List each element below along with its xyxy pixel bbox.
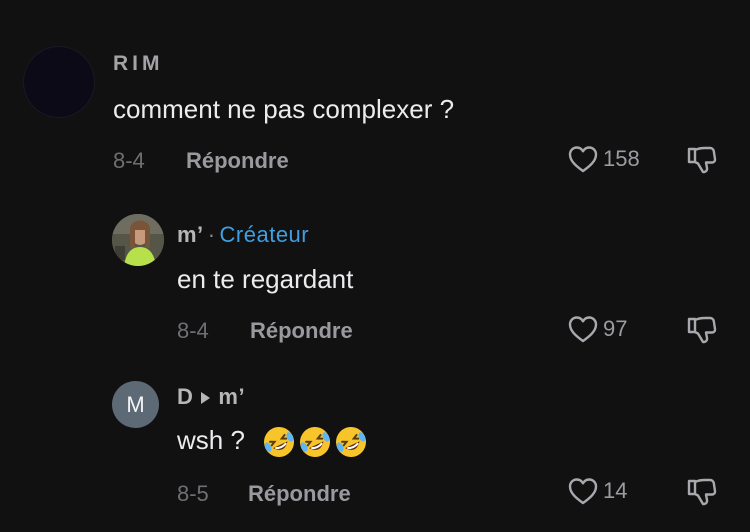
dislike-button[interactable]: [686, 315, 718, 350]
avatar[interactable]: [112, 214, 164, 266]
comment-text: wsh ?: [177, 425, 370, 459]
reply-button[interactable]: Répondre: [248, 481, 351, 507]
comment-text: comment ne pas complexer ?: [113, 94, 455, 124]
like-button[interactable]: 158: [567, 145, 640, 173]
thumbs-down-icon: [687, 316, 717, 344]
like-count: 14: [603, 478, 628, 503]
emoji-group: [262, 425, 370, 459]
comment-date: 8-4: [113, 148, 145, 173]
reply-button[interactable]: Répondre: [250, 318, 353, 344]
avatar[interactable]: [23, 46, 95, 118]
thumbs-down-icon: [687, 146, 717, 174]
heart-icon: [568, 478, 598, 505]
thumbs-down-icon: [687, 478, 717, 506]
comment-text: en te regardant: [177, 264, 354, 294]
avatar-photo: [112, 214, 164, 266]
comment-author: Dm’: [177, 384, 245, 410]
like-count: 97: [603, 316, 628, 341]
like-count: 158: [603, 146, 640, 171]
comment-text-body: wsh ?: [177, 425, 245, 455]
avatar[interactable]: M: [112, 381, 159, 428]
author-name[interactable]: m’: [177, 222, 204, 247]
reply-arrow-icon: [201, 391, 211, 404]
comment-date: 8-4: [177, 318, 209, 343]
like-button[interactable]: 97: [567, 315, 627, 343]
comment-author: m’ · Créateur: [177, 222, 309, 248]
reply-button[interactable]: Répondre: [186, 148, 289, 174]
comment-author[interactable]: RIM: [113, 52, 164, 76]
creator-badge: Créateur: [219, 222, 310, 247]
rolling-laughing-emoji: [264, 427, 295, 458]
heart-icon: [568, 146, 598, 173]
separator: ·: [207, 222, 216, 247]
dislike-button[interactable]: [686, 145, 718, 180]
reply-to-name[interactable]: m’: [218, 384, 245, 409]
heart-icon: [568, 316, 598, 343]
rolling-laughing-emoji: [336, 427, 367, 458]
like-button[interactable]: 14: [567, 477, 627, 505]
comment-date: 8-5: [177, 481, 209, 506]
rolling-laughing-emoji: [300, 427, 331, 458]
dislike-button[interactable]: [686, 477, 718, 512]
author-name[interactable]: D: [177, 384, 193, 409]
